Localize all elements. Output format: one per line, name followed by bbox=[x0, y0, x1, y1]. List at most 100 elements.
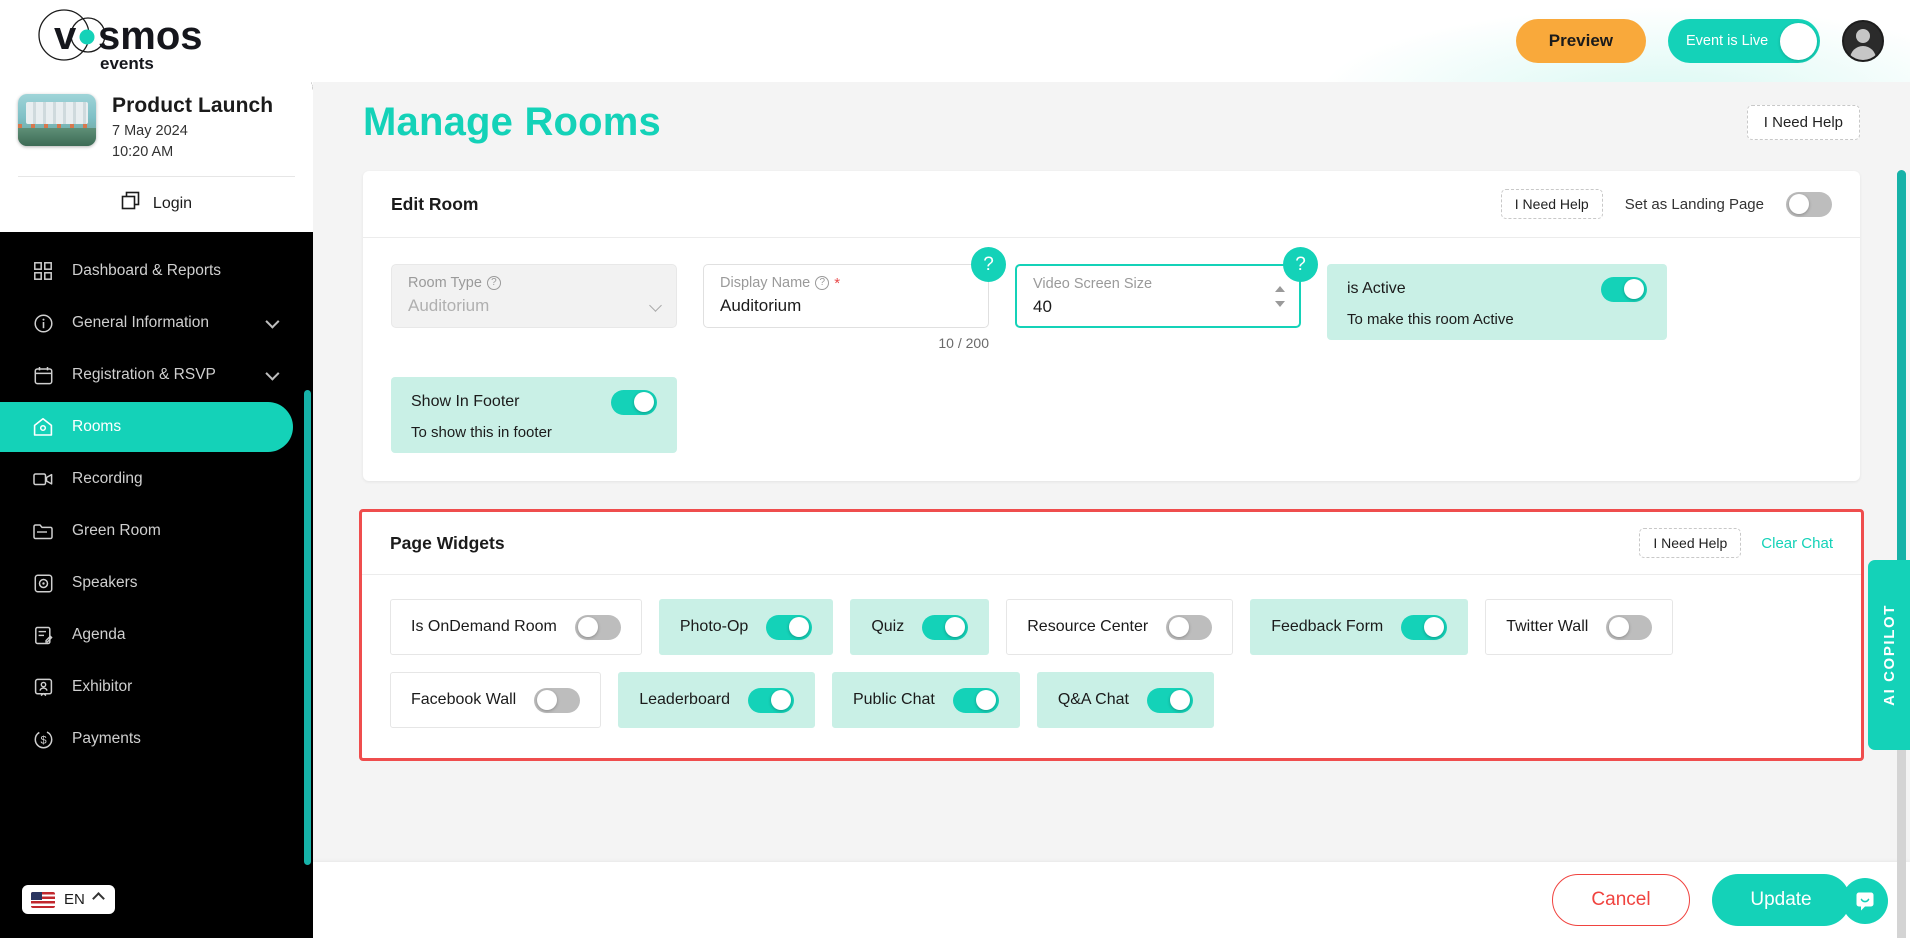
help-circle-icon[interactable]: ? bbox=[486, 276, 501, 290]
widget-label: Q&A Chat bbox=[1057, 691, 1129, 708]
widget-toggle[interactable] bbox=[1166, 614, 1213, 640]
event-is-live-label: Event is Live bbox=[1686, 33, 1769, 49]
event-name: Product Launch bbox=[112, 94, 274, 117]
widget-quiz[interactable]: Quiz bbox=[850, 599, 990, 655]
display-name-input[interactable]: Display Name ? * Auditorium bbox=[703, 264, 989, 328]
chevron-down-icon bbox=[265, 314, 280, 329]
svg-text:events: events bbox=[100, 54, 154, 73]
top-bar-actions: Preview Event is Live bbox=[1515, 19, 1884, 63]
widget-leaderboard[interactable]: Leaderboard bbox=[618, 672, 815, 728]
widget-twitter-wall[interactable]: Twitter Wall bbox=[1485, 599, 1674, 655]
sidebar-item-dashboard-reports[interactable]: Dashboard & Reports bbox=[0, 246, 300, 296]
widget-toggle[interactable] bbox=[952, 687, 999, 713]
page-widgets-header: Page Widgets I Need Help Clear Chat bbox=[362, 512, 1861, 575]
display-name-help-bubble[interactable]: ? bbox=[971, 247, 1006, 282]
widget-public-chat[interactable]: Public Chat bbox=[831, 672, 1020, 728]
language-selector[interactable]: EN bbox=[22, 885, 115, 914]
login-button[interactable]: Login bbox=[18, 177, 295, 232]
widget-feedback-form[interactable]: Feedback Form bbox=[1250, 599, 1469, 655]
update-button[interactable]: Update bbox=[1712, 874, 1850, 926]
sidebar-item-label: Dashboard & Reports bbox=[72, 262, 222, 279]
svg-text:smos: smos bbox=[98, 14, 203, 58]
widget-toggle[interactable] bbox=[747, 687, 794, 713]
widget-label: Resource Center bbox=[1027, 618, 1149, 635]
video-screen-size-label: Video Screen Size bbox=[1033, 276, 1153, 292]
toggle-knob bbox=[1169, 617, 1190, 637]
set-as-landing-page-toggle[interactable] bbox=[1786, 191, 1832, 217]
toggle-knob bbox=[577, 617, 598, 637]
page-title: Manage Rooms bbox=[363, 100, 662, 144]
ai-copilot-tab[interactable]: AI COPILOT bbox=[1868, 560, 1910, 750]
sidebar-item-recording[interactable]: Recording bbox=[0, 454, 300, 504]
widget-toggle[interactable] bbox=[922, 614, 969, 640]
toggle-knob bbox=[1424, 617, 1445, 637]
sidebar-item-green-room[interactable]: Green Room bbox=[0, 506, 300, 556]
sidebar-item-label: Speakers bbox=[72, 574, 138, 591]
sidebar: Product Launch 7 May 2024 10:20 AM Login… bbox=[0, 72, 313, 938]
sidebar-item-label: Exhibitor bbox=[72, 678, 133, 695]
widget-toggle[interactable] bbox=[534, 687, 581, 713]
sidebar-nav: Dashboard & Reports General Information … bbox=[0, 232, 313, 764]
number-stepper[interactable] bbox=[1275, 286, 1285, 307]
vosmos-logo[interactable]: v smos events bbox=[26, 5, 276, 77]
set-as-landing-page-label: Set as Landing Page bbox=[1624, 195, 1764, 213]
ai-copilot-label: AI COPILOT bbox=[1880, 604, 1898, 706]
widget-facebook-wall[interactable]: Facebook Wall bbox=[390, 672, 602, 728]
sidebar-item-rooms[interactable]: Rooms bbox=[0, 402, 293, 452]
event-thumbnail bbox=[18, 94, 96, 146]
page-need-help-button[interactable]: I Need Help bbox=[1746, 105, 1860, 140]
required-asterisk: * bbox=[834, 274, 841, 292]
widget-resource-center[interactable]: Resource Center bbox=[1006, 599, 1234, 655]
stepper-down-icon[interactable] bbox=[1275, 301, 1285, 307]
widget-label: Twitter Wall bbox=[1506, 618, 1589, 635]
sidebar-item-exhibitor[interactable]: Exhibitor bbox=[0, 662, 300, 712]
video-screen-size-input[interactable]: Video Screen Size 40 bbox=[1015, 264, 1301, 328]
widget-label: Is OnDemand Room bbox=[411, 618, 557, 635]
video-screen-size-value: 40 bbox=[1033, 297, 1052, 316]
widget-photo-op[interactable]: Photo-Op bbox=[658, 599, 834, 655]
room-type-select[interactable]: Room Type ? Auditorium bbox=[391, 264, 677, 328]
room-type-field: Room Type ? Auditorium bbox=[391, 264, 677, 328]
chat-support-button[interactable] bbox=[1842, 878, 1888, 924]
preview-button[interactable]: Preview bbox=[1515, 19, 1646, 63]
toggle-knob bbox=[1789, 194, 1809, 214]
event-is-live-toggle[interactable]: Event is Live bbox=[1668, 19, 1820, 63]
sidebar-item-speakers[interactable]: Speakers bbox=[0, 558, 300, 608]
stepper-up-icon[interactable] bbox=[1275, 286, 1285, 292]
clear-chat-link[interactable]: Clear Chat bbox=[1761, 535, 1833, 552]
video-screen-size-help-bubble[interactable]: ? bbox=[1283, 247, 1318, 282]
sidebar-item-payments[interactable]: $ Payments bbox=[0, 714, 300, 764]
video-screen-size-field: ? Video Screen Size 40 bbox=[1015, 247, 1318, 328]
widget-is-ondemand-room[interactable]: Is OnDemand Room bbox=[390, 599, 642, 655]
toggle-knob bbox=[789, 617, 810, 637]
widget-toggle[interactable] bbox=[1146, 687, 1193, 713]
widget-qa-chat[interactable]: Q&A Chat bbox=[1036, 672, 1214, 728]
avatar[interactable] bbox=[1842, 20, 1884, 62]
widget-toggle[interactable] bbox=[766, 614, 813, 640]
widget-label: Public Chat bbox=[852, 691, 935, 708]
show-in-footer-toggle[interactable] bbox=[611, 389, 657, 415]
edit-room-header: Edit Room I Need Help Set as Landing Pag… bbox=[363, 171, 1860, 238]
cancel-button[interactable]: Cancel bbox=[1552, 874, 1690, 926]
dollar-icon: $ bbox=[32, 728, 54, 750]
edit-room-need-help-button[interactable]: I Need Help bbox=[1500, 189, 1603, 219]
sidebar-item-general-information[interactable]: General Information bbox=[0, 298, 300, 348]
is-active-toggle[interactable] bbox=[1601, 276, 1647, 302]
app-root: v smos events Preview Event is Live Prod… bbox=[0, 0, 1910, 938]
display-name-char-counter: 10 / 200 bbox=[938, 335, 989, 351]
widget-toggle[interactable] bbox=[1606, 614, 1653, 640]
chevron-up-icon bbox=[91, 891, 105, 905]
sidebar-item-agenda[interactable]: Agenda bbox=[0, 610, 300, 660]
widget-toggle[interactable] bbox=[574, 614, 621, 640]
widget-toggle[interactable] bbox=[1401, 614, 1448, 640]
sidebar-item-label: Agenda bbox=[72, 626, 126, 643]
sidebar-item-label: Payments bbox=[72, 730, 141, 747]
flag-us-icon bbox=[31, 891, 55, 908]
sidebar-item-registration-rsvp[interactable]: Registration & RSVP bbox=[0, 350, 300, 400]
show-in-footer-sublabel: To show this in footer bbox=[411, 423, 552, 441]
page-widgets-need-help-button[interactable]: I Need Help bbox=[1639, 528, 1742, 558]
help-circle-icon[interactable]: ? bbox=[815, 276, 830, 290]
toggle-knob bbox=[945, 617, 966, 637]
sidebar-scrollbar[interactable] bbox=[304, 390, 311, 865]
toggle-knob bbox=[634, 392, 654, 412]
